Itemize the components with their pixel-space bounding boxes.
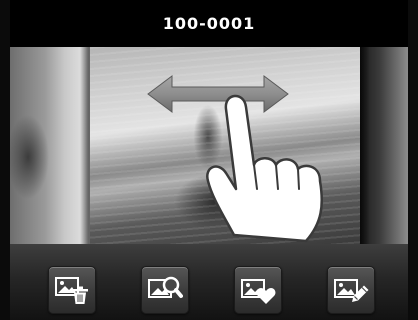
next-image[interactable] <box>360 47 408 244</box>
file-number: 100-0001 <box>162 14 256 33</box>
title-bar: 100-0001 <box>10 0 408 47</box>
edit-image-button[interactable] <box>327 266 375 314</box>
image-trash-icon <box>55 277 88 304</box>
image-viewer[interactable] <box>10 47 408 244</box>
playback-screen: 100-0001 <box>10 0 408 320</box>
previous-image[interactable] <box>10 47 88 244</box>
erase-image-button[interactable] <box>48 266 96 314</box>
rate-image-button[interactable] <box>234 266 282 314</box>
image-heart-icon <box>241 279 276 304</box>
toolbar <box>10 244 408 320</box>
pointing-hand-icon <box>206 94 323 243</box>
image-magnify-icon <box>148 276 183 298</box>
magnify-image-button[interactable] <box>141 266 189 314</box>
image-pencil-icon <box>334 279 369 302</box>
